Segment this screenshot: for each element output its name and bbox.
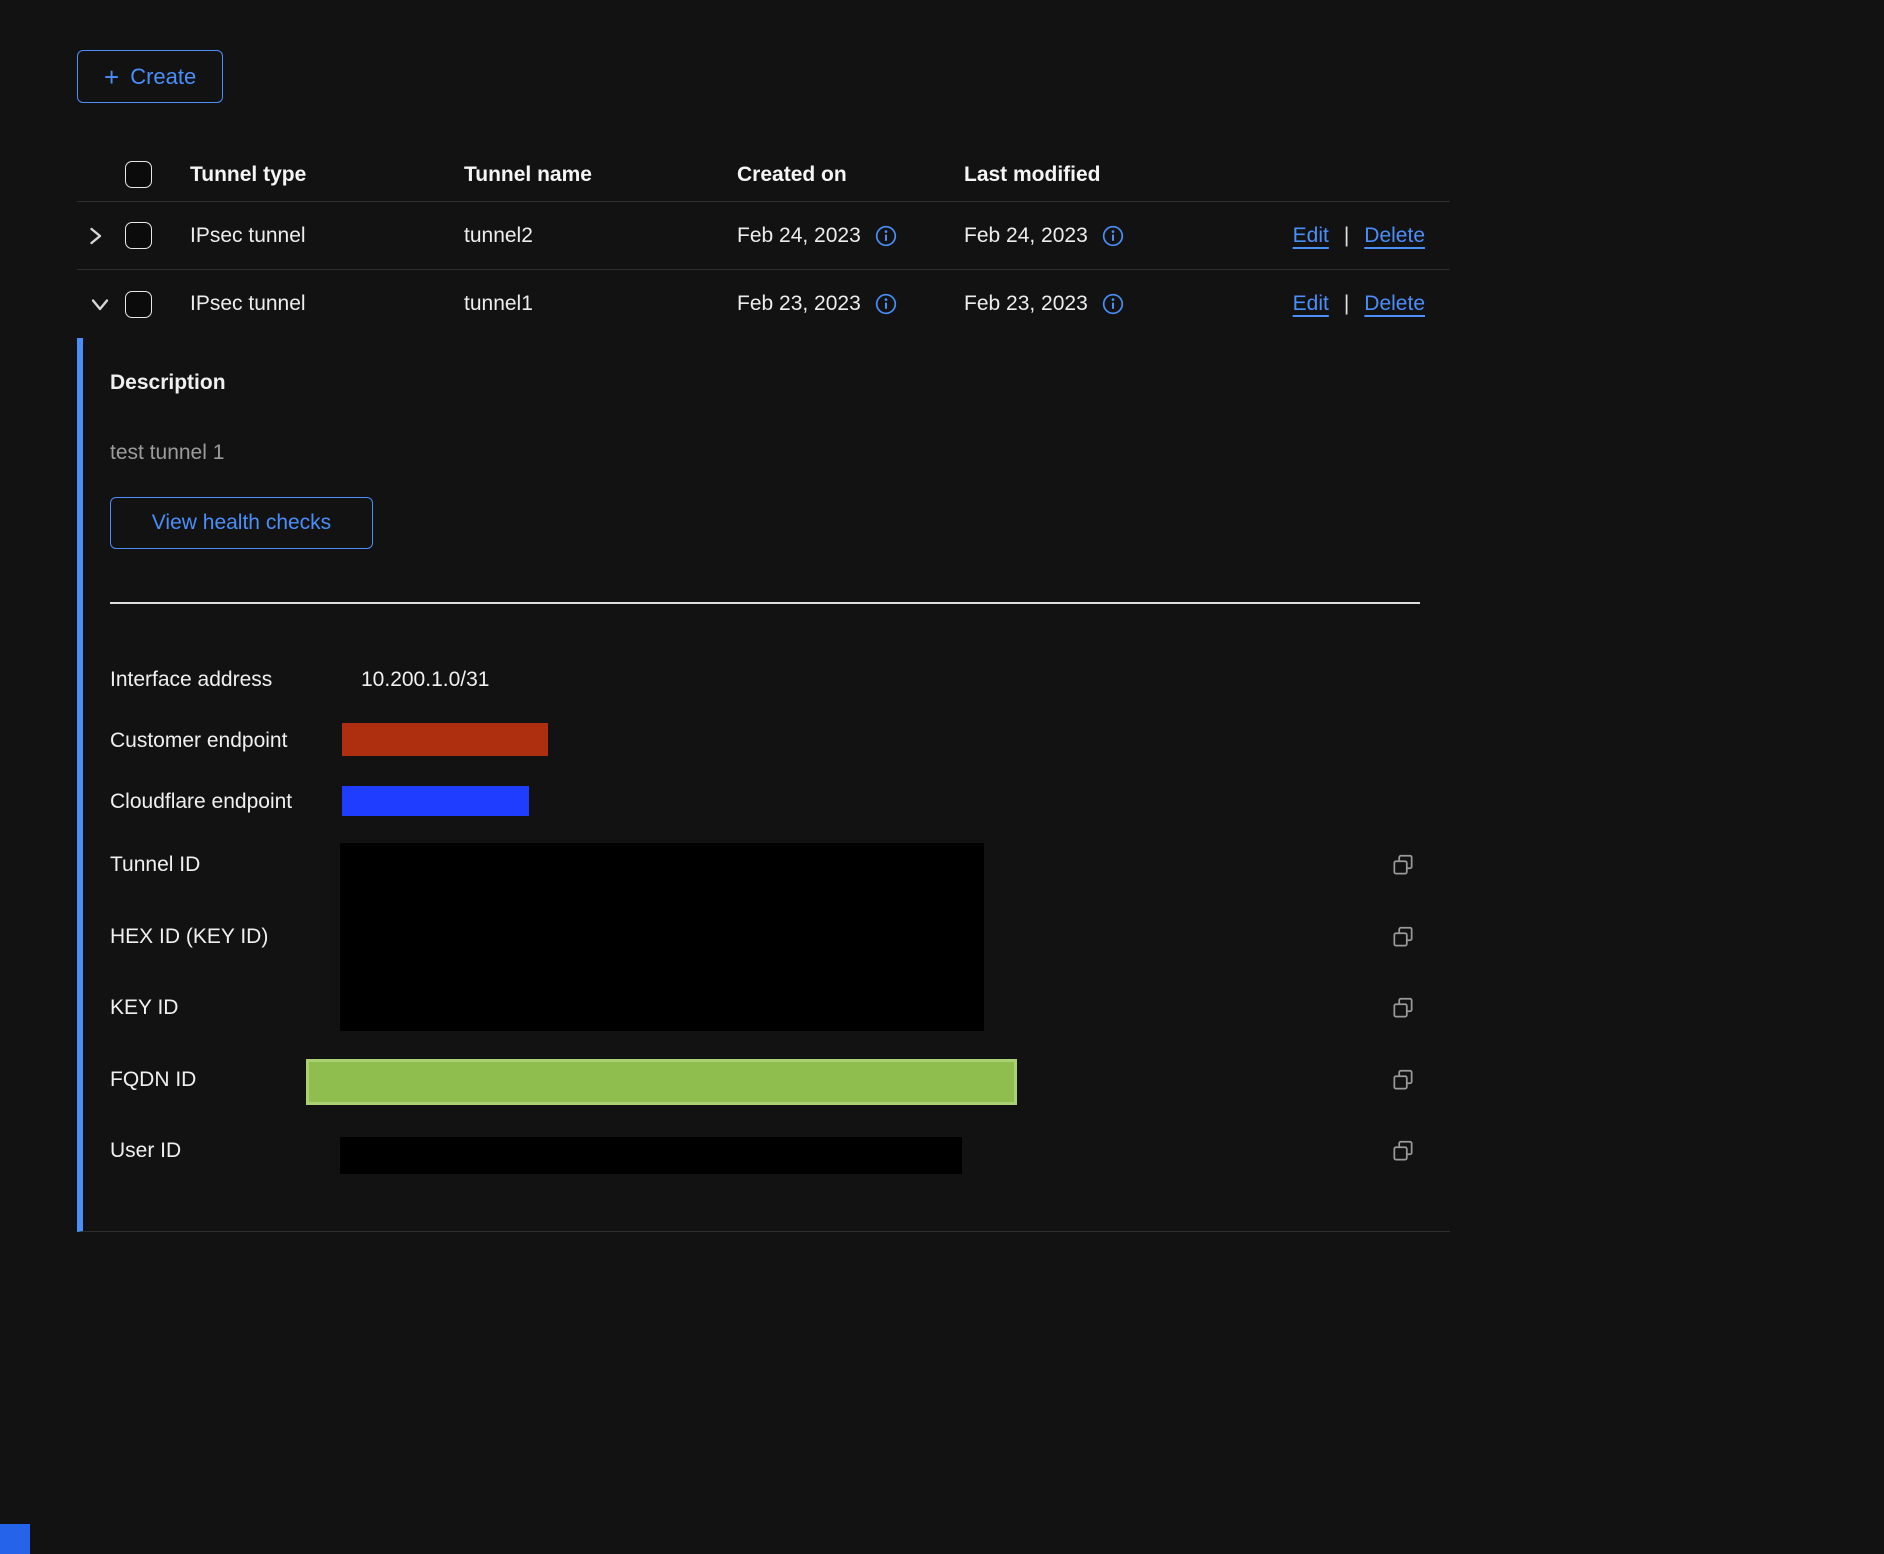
- column-header-last-modified: Last modified: [964, 163, 1264, 187]
- field-label-hex-id: HEX ID (KEY ID): [110, 924, 268, 950]
- create-button[interactable]: + Create: [77, 50, 223, 103]
- section-divider: [110, 602, 1420, 604]
- created-on-value: Feb 24, 2023: [737, 224, 861, 248]
- action-separator: |: [1344, 292, 1349, 316]
- copy-key-id-button[interactable]: [1390, 995, 1416, 1021]
- redacted-user-id-value: [340, 1137, 962, 1174]
- copy-icon: [1390, 995, 1416, 1021]
- copy-icon: [1390, 1067, 1416, 1093]
- row-checkbox[interactable]: [125, 291, 152, 318]
- copy-icon: [1390, 924, 1416, 950]
- last-modified-info-button[interactable]: [1102, 293, 1124, 315]
- tunnels-table: Tunnel type Tunnel name Created on Last …: [77, 148, 1450, 1232]
- expand-row-button[interactable]: [88, 224, 103, 248]
- copy-fqdn-id-button[interactable]: [1390, 1067, 1416, 1093]
- description-value: test tunnel 1: [110, 440, 224, 466]
- bottom-left-accent-square: [0, 1524, 30, 1554]
- redacted-fqdn-id-value: [306, 1059, 1017, 1105]
- info-icon: [1102, 293, 1124, 315]
- created-on-info-button[interactable]: [875, 293, 897, 315]
- last-modified-value: Feb 24, 2023: [964, 224, 1088, 248]
- edit-link[interactable]: Edit: [1293, 224, 1329, 248]
- info-icon: [875, 225, 897, 247]
- field-value-interface-address: 10.200.1.0/31: [361, 667, 489, 693]
- redacted-customer-endpoint-value: [342, 723, 548, 756]
- edit-link[interactable]: Edit: [1293, 292, 1329, 316]
- info-icon: [1102, 225, 1124, 247]
- tunnel-type-cell: IPsec tunnel: [190, 224, 464, 248]
- table-header-row: Tunnel type Tunnel name Created on Last …: [77, 148, 1450, 202]
- column-header-created-on: Created on: [737, 163, 964, 187]
- column-header-tunnel-name: Tunnel name: [464, 163, 737, 187]
- field-label-fqdn-id: FQDN ID: [110, 1067, 196, 1093]
- field-label-user-id: User ID: [110, 1138, 181, 1164]
- copy-icon: [1390, 852, 1416, 878]
- row-checkbox[interactable]: [125, 222, 152, 249]
- tunnels-page: + Create Tunnel type Tunnel name Created…: [0, 0, 1884, 1554]
- field-label-customer-endpoint: Customer endpoint: [110, 728, 287, 754]
- copy-user-id-button[interactable]: [1390, 1138, 1416, 1164]
- action-separator: |: [1344, 224, 1349, 248]
- tunnel-detail-panel: Description test tunnel 1 View health ch…: [77, 338, 1450, 1232]
- field-label-key-id: KEY ID: [110, 995, 178, 1021]
- copy-icon: [1390, 1138, 1416, 1164]
- redacted-tunnel-ids-block: [340, 843, 984, 1031]
- select-all-checkbox[interactable]: [125, 161, 152, 188]
- last-modified-info-button[interactable]: [1102, 225, 1124, 247]
- field-label-cloudflare-endpoint: Cloudflare endpoint: [110, 789, 292, 815]
- chevron-down-icon: [88, 297, 112, 312]
- delete-link[interactable]: Delete: [1364, 292, 1425, 316]
- description-label: Description: [110, 370, 226, 396]
- field-label-tunnel-id: Tunnel ID: [110, 852, 200, 878]
- table-row: IPsec tunnel tunnel1 Feb 23, 2023 Feb 23…: [77, 270, 1450, 338]
- created-on-info-button[interactable]: [875, 225, 897, 247]
- column-header-tunnel-type: Tunnel type: [190, 163, 464, 187]
- view-health-checks-button[interactable]: View health checks: [110, 497, 373, 549]
- field-label-interface-address: Interface address: [110, 667, 272, 693]
- chevron-right-icon: [88, 224, 103, 248]
- tunnel-type-cell: IPsec tunnel: [190, 292, 464, 316]
- redacted-cloudflare-endpoint-value: [342, 786, 529, 816]
- copy-tunnel-id-button[interactable]: [1390, 852, 1416, 878]
- last-modified-value: Feb 23, 2023: [964, 292, 1088, 316]
- created-on-value: Feb 23, 2023: [737, 292, 861, 316]
- plus-icon: +: [104, 64, 119, 90]
- copy-hex-id-button[interactable]: [1390, 924, 1416, 950]
- create-button-label: Create: [130, 64, 196, 90]
- tunnel-name-cell: tunnel1: [464, 292, 737, 316]
- delete-link[interactable]: Delete: [1364, 224, 1425, 248]
- tunnel-name-cell: tunnel2: [464, 224, 737, 248]
- table-row: IPsec tunnel tunnel2 Feb 24, 2023 Feb 24…: [77, 202, 1450, 270]
- collapse-row-button[interactable]: [88, 297, 112, 312]
- info-icon: [875, 293, 897, 315]
